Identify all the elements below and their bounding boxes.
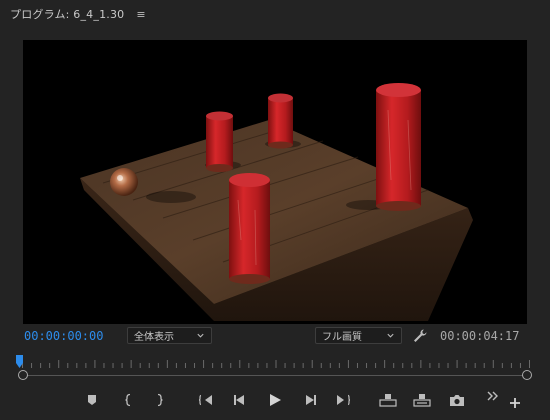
- panel-title[interactable]: プログラム: 6_4_1.30: [10, 6, 124, 22]
- program-monitor-viewport[interactable]: [23, 40, 527, 324]
- mark-out-button[interactable]: [149, 390, 171, 410]
- playhead-icon[interactable]: [16, 355, 23, 368]
- go-to-in-icon: [198, 394, 212, 406]
- zoom-level-select[interactable]: 全体表示: [127, 327, 212, 344]
- camera-icon: [450, 394, 464, 406]
- step-forward-icon: [306, 395, 316, 405]
- zoom-scroll-left-handle[interactable]: [18, 370, 28, 380]
- lift-icon: [379, 394, 397, 407]
- chevron-down-icon: [197, 333, 204, 338]
- zoom-scroll-right-handle[interactable]: [522, 370, 532, 380]
- go-to-out-button[interactable]: [333, 390, 355, 410]
- mark-in-button[interactable]: [117, 390, 139, 410]
- mark-out-icon: [157, 393, 163, 407]
- duration-timecode: 00:00:04:17: [440, 329, 520, 343]
- go-to-out-icon: [337, 394, 351, 406]
- wrench-icon[interactable]: [412, 328, 428, 344]
- more-controls-button[interactable]: [482, 386, 504, 406]
- plus-icon: [510, 398, 520, 408]
- panel-header: プログラム: 6_4_1.30 ≡: [0, 0, 550, 28]
- lift-button[interactable]: [377, 390, 399, 410]
- chevron-double-right-icon: [487, 391, 498, 401]
- monitor-controls-row: 00:00:00:00 全体表示 フル画質 00:00:04:17: [0, 324, 550, 348]
- current-timecode[interactable]: 00:00:00:00: [24, 329, 103, 343]
- chevron-down-icon: [387, 333, 394, 338]
- marker-icon: [88, 395, 96, 405]
- button-editor-button[interactable]: [504, 393, 526, 413]
- play-icon: [270, 394, 281, 406]
- extract-button[interactable]: [411, 390, 433, 410]
- add-marker-button[interactable]: [81, 390, 103, 410]
- playback-resolution-value: フル画質: [322, 332, 362, 343]
- panel-menu-icon[interactable]: ≡: [136, 8, 145, 21]
- ruler-ticks: [22, 360, 530, 368]
- play-button[interactable]: [264, 390, 286, 410]
- export-frame-button[interactable]: [446, 390, 468, 410]
- step-back-icon: [234, 395, 244, 405]
- transport-controls: [0, 386, 550, 414]
- rendered-frame: [80, 83, 473, 321]
- mark-in-icon: [125, 393, 131, 407]
- time-ruler[interactable]: [16, 354, 536, 382]
- go-to-in-button[interactable]: [195, 390, 217, 410]
- extract-icon: [413, 394, 431, 407]
- zoom-level-value: 全体表示: [134, 332, 174, 343]
- step-forward-button[interactable]: [299, 390, 321, 410]
- zoom-scroll-track[interactable]: [22, 375, 528, 376]
- step-back-button[interactable]: [229, 390, 251, 410]
- playback-resolution-select[interactable]: フル画質: [315, 327, 402, 344]
